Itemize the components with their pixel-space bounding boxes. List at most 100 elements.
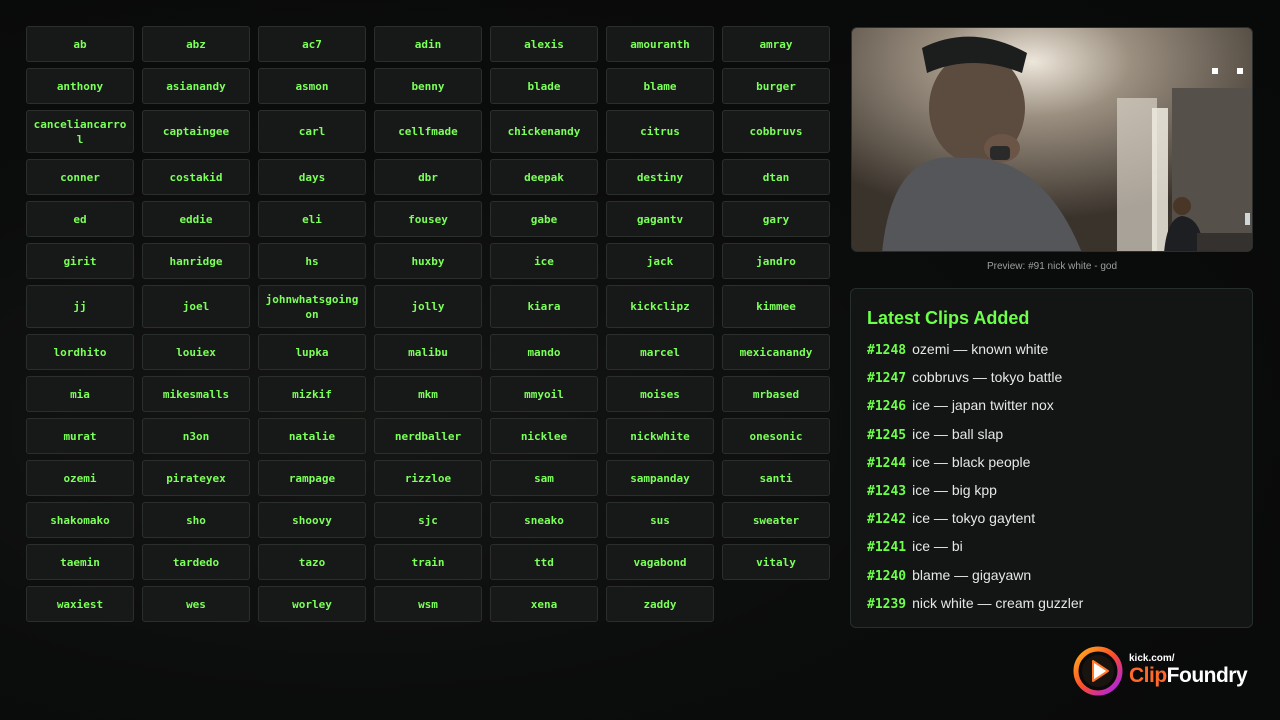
clip-button-ac7[interactable]: ac7 (258, 26, 366, 62)
clip-button-burger[interactable]: burger (722, 68, 830, 104)
clip-button-gabe[interactable]: gabe (490, 201, 598, 237)
clip-button-asmon[interactable]: asmon (258, 68, 366, 104)
latest-clip-item[interactable]: #1245 ice — ball slap (867, 420, 1236, 448)
clip-button-nickwhite[interactable]: nickwhite (606, 418, 714, 454)
clip-button-anthony[interactable]: anthony (26, 68, 134, 104)
clip-button-huxby[interactable]: huxby (374, 243, 482, 279)
clip-button-ozemi[interactable]: ozemi (26, 460, 134, 496)
preview-video[interactable] (851, 27, 1253, 252)
clip-button-mexicanandy[interactable]: mexicanandy (722, 334, 830, 370)
clip-button-asianandy[interactable]: asianandy (142, 68, 250, 104)
clip-button-rizzloe[interactable]: rizzloe (374, 460, 482, 496)
clip-button-jandro[interactable]: jandro (722, 243, 830, 279)
clip-button-shakomako[interactable]: shakomako (26, 502, 134, 538)
clip-button-worley[interactable]: worley (258, 586, 366, 622)
clip-button-vitaly[interactable]: vitaly (722, 544, 830, 580)
clip-button-amouranth[interactable]: amouranth (606, 26, 714, 62)
clip-button-eddie[interactable]: eddie (142, 201, 250, 237)
clip-button-louiex[interactable]: louiex (142, 334, 250, 370)
clip-button-joel[interactable]: joel (142, 285, 250, 328)
clip-button-nerdballer[interactable]: nerdballer (374, 418, 482, 454)
clip-button-girit[interactable]: girit (26, 243, 134, 279)
clip-button-sho[interactable]: sho (142, 502, 250, 538)
clip-button-gary[interactable]: gary (722, 201, 830, 237)
clip-button-dbr[interactable]: dbr (374, 159, 482, 195)
clip-button-lordhito[interactable]: lordhito (26, 334, 134, 370)
clip-button-eli[interactable]: eli (258, 201, 366, 237)
clip-button-ed[interactable]: ed (26, 201, 134, 237)
clip-button-malibu[interactable]: malibu (374, 334, 482, 370)
clip-button-pirateyex[interactable]: pirateyex (142, 460, 250, 496)
clip-button-days[interactable]: days (258, 159, 366, 195)
clip-button-n3on[interactable]: n3on (142, 418, 250, 454)
clip-button-taemin[interactable]: taemin (26, 544, 134, 580)
clip-button-ttd[interactable]: ttd (490, 544, 598, 580)
clip-button-moises[interactable]: moises (606, 376, 714, 412)
clip-button-amray[interactable]: amray (722, 26, 830, 62)
clip-button-vagabond[interactable]: vagabond (606, 544, 714, 580)
clip-button-gagantv[interactable]: gagantv (606, 201, 714, 237)
latest-clip-item[interactable]: #1241 ice — bi (867, 532, 1236, 560)
clip-button-lupka[interactable]: lupka (258, 334, 366, 370)
clip-button-kimmee[interactable]: kimmee (722, 285, 830, 328)
clip-button-marcel[interactable]: marcel (606, 334, 714, 370)
clip-button-santi[interactable]: santi (722, 460, 830, 496)
clip-button-dtan[interactable]: dtan (722, 159, 830, 195)
clip-button-fousey[interactable]: fousey (374, 201, 482, 237)
clip-button-blame[interactable]: blame (606, 68, 714, 104)
clip-button-chickenandy[interactable]: chickenandy (490, 110, 598, 153)
clip-button-wsm[interactable]: wsm (374, 586, 482, 622)
clip-button-mia[interactable]: mia (26, 376, 134, 412)
clip-button-kickclipz[interactable]: kickclipz (606, 285, 714, 328)
latest-clip-item[interactable]: #1243 ice — big kpp (867, 476, 1236, 504)
clip-button-ice[interactable]: ice (490, 243, 598, 279)
clip-button-tazo[interactable]: tazo (258, 544, 366, 580)
clip-button-mrbased[interactable]: mrbased (722, 376, 830, 412)
clip-button-onesonic[interactable]: onesonic (722, 418, 830, 454)
clip-button-sam[interactable]: sam (490, 460, 598, 496)
clip-button-canceliancarrol[interactable]: canceliancarrol (26, 110, 134, 153)
clip-button-tardedo[interactable]: tardedo (142, 544, 250, 580)
clip-button-blade[interactable]: blade (490, 68, 598, 104)
clip-button-adin[interactable]: adin (374, 26, 482, 62)
clip-button-cobbruvs[interactable]: cobbruvs (722, 110, 830, 153)
clip-button-benny[interactable]: benny (374, 68, 482, 104)
clip-button-sjc[interactable]: sjc (374, 502, 482, 538)
clip-button-johnwhatsgoingon[interactable]: johnwhatsgoingon (258, 285, 366, 328)
clip-button-murat[interactable]: murat (26, 418, 134, 454)
clip-button-deepak[interactable]: deepak (490, 159, 598, 195)
clip-button-mmyoil[interactable]: mmyoil (490, 376, 598, 412)
clip-button-waxiest[interactable]: waxiest (26, 586, 134, 622)
latest-clip-item[interactable]: #1248 ozemi — known white (867, 335, 1236, 363)
clip-button-shoovy[interactable]: shoovy (258, 502, 366, 538)
clip-button-mando[interactable]: mando (490, 334, 598, 370)
clip-button-mizkif[interactable]: mizkif (258, 376, 366, 412)
clip-button-sweater[interactable]: sweater (722, 502, 830, 538)
clip-button-captaingee[interactable]: captaingee (142, 110, 250, 153)
clip-button-nicklee[interactable]: nicklee (490, 418, 598, 454)
clip-button-cellfmade[interactable]: cellfmade (374, 110, 482, 153)
clip-button-sus[interactable]: sus (606, 502, 714, 538)
clip-button-sampanday[interactable]: sampanday (606, 460, 714, 496)
clip-button-jj[interactable]: jj (26, 285, 134, 328)
clip-button-carl[interactable]: carl (258, 110, 366, 153)
latest-clip-item[interactable]: #1244 ice — black people (867, 448, 1236, 476)
clip-button-rampage[interactable]: rampage (258, 460, 366, 496)
latest-clip-item[interactable]: #1242 ice — tokyo gaytent (867, 504, 1236, 532)
clip-button-wes[interactable]: wes (142, 586, 250, 622)
clip-button-abz[interactable]: abz (142, 26, 250, 62)
clip-button-zaddy[interactable]: zaddy (606, 586, 714, 622)
clip-button-ab[interactable]: ab (26, 26, 134, 62)
latest-clip-item[interactable]: #1246 ice — japan twitter nox (867, 391, 1236, 419)
clip-button-jack[interactable]: jack (606, 243, 714, 279)
clip-button-natalie[interactable]: natalie (258, 418, 366, 454)
clip-button-hs[interactable]: hs (258, 243, 366, 279)
latest-clip-item[interactable]: #1239 nick white — cream guzzler (867, 589, 1236, 617)
clip-button-mkm[interactable]: mkm (374, 376, 482, 412)
clip-button-xena[interactable]: xena (490, 586, 598, 622)
clip-button-alexis[interactable]: alexis (490, 26, 598, 62)
clip-button-costakid[interactable]: costakid (142, 159, 250, 195)
clip-button-conner[interactable]: conner (26, 159, 134, 195)
clip-button-mikesmalls[interactable]: mikesmalls (142, 376, 250, 412)
latest-clip-item[interactable]: #1247 cobbruvs — tokyo battle (867, 363, 1236, 391)
